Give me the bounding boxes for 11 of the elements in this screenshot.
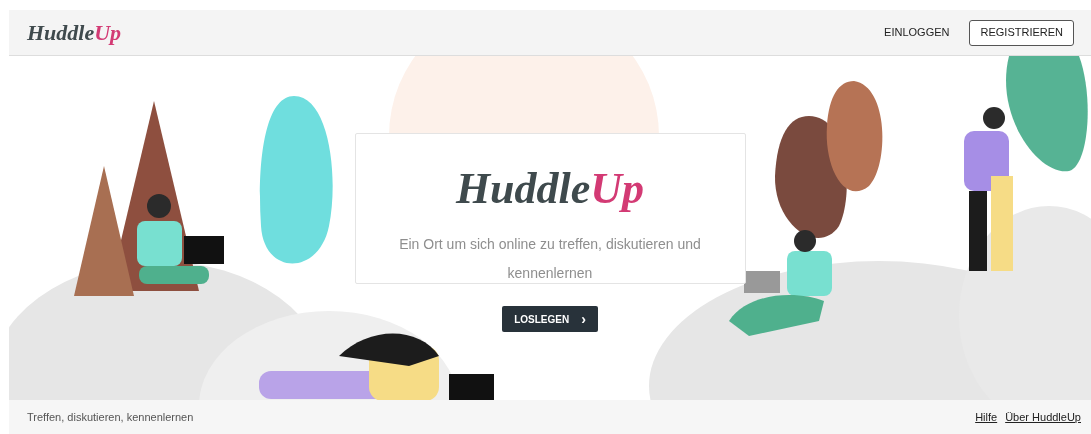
logo-text: Huddle xyxy=(27,19,95,47)
register-button[interactable]: REGISTRIEREN xyxy=(969,19,1074,46)
get-started-button[interactable]: LOSLEGEN › xyxy=(502,306,598,332)
footer-link[interactable]: Hilfe xyxy=(975,408,998,426)
login-link[interactable]: EINLOGGEN xyxy=(880,24,954,41)
footer-link[interactable]: Über HuddleUp xyxy=(1005,408,1081,426)
footer-slogan: Treffen, diskutieren, kennenlernen xyxy=(27,409,194,425)
tagline-text: Ein Ort um sich online zu treffen, diskutieren und kennenlernen xyxy=(398,235,702,283)
logo-text: Huddle xyxy=(455,163,591,215)
logo-accent-text: Up xyxy=(94,19,122,47)
logo-accent-text: Up xyxy=(590,163,645,215)
